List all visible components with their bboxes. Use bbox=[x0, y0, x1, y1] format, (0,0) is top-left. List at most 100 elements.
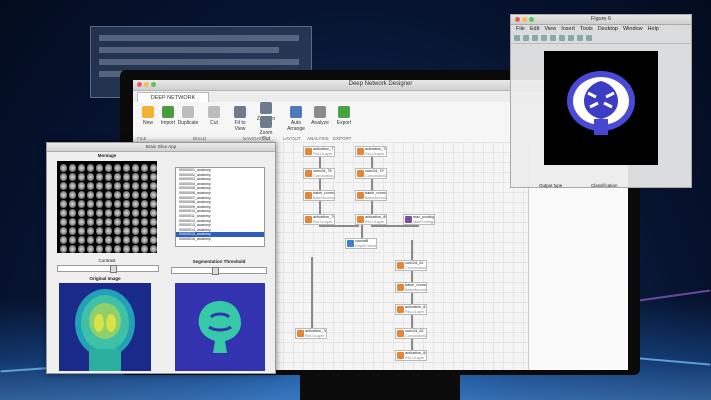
layer-type-icon bbox=[397, 352, 404, 359]
layer-node[interactable]: max_pooling2...MaxPooling2D bbox=[403, 214, 435, 225]
montage-slice bbox=[69, 164, 76, 172]
layer-node[interactable]: activation_80 ReLULayer bbox=[355, 214, 387, 225]
blue-brain-render bbox=[567, 71, 635, 135]
layer-type-icon bbox=[347, 240, 354, 247]
layer-node[interactable]: conv2d_81Convolution2D bbox=[395, 260, 427, 271]
montage-slice bbox=[123, 245, 130, 253]
ribbon-button-duplicate[interactable]: Duplicate bbox=[177, 106, 199, 126]
print-icon[interactable] bbox=[541, 35, 547, 41]
figure-toolbar bbox=[511, 34, 691, 44]
montage-slice bbox=[87, 191, 94, 199]
layer-connection bbox=[319, 157, 321, 168]
layer-node[interactable]: activation_77 ReLULayer bbox=[303, 146, 335, 157]
layer-type: ReLULayer bbox=[405, 310, 425, 314]
figure-title: Figure 6 bbox=[590, 16, 612, 22]
montage-slice bbox=[96, 209, 103, 217]
menu-insert[interactable]: Insert bbox=[561, 26, 575, 32]
layer-type: ReLULayer bbox=[365, 220, 385, 224]
ribbon-button-label: Cut bbox=[210, 120, 218, 126]
save-icon[interactable] bbox=[532, 35, 538, 41]
duplicate-icon bbox=[182, 106, 194, 118]
segmented-brain bbox=[198, 301, 241, 353]
layer-node[interactable]: batch_normali...BatchNormaliz... bbox=[303, 190, 335, 201]
ribbon-section-label: EXPORT bbox=[333, 136, 352, 141]
data-cursor-icon[interactable] bbox=[586, 35, 592, 41]
ribbon-button-auto-arrange[interactable]: Auto Arrange bbox=[285, 106, 307, 132]
montage-slice bbox=[60, 209, 67, 217]
montage-slice bbox=[78, 191, 85, 199]
montage-slice bbox=[69, 191, 76, 199]
open-icon[interactable] bbox=[523, 35, 529, 41]
montage-slice bbox=[123, 209, 130, 217]
montage-slice bbox=[87, 173, 94, 181]
pan-icon[interactable] bbox=[568, 35, 574, 41]
montage-slice bbox=[150, 173, 157, 181]
montage-slice bbox=[105, 164, 112, 172]
montage-slice bbox=[87, 182, 94, 190]
layer-node[interactable]: concat8 DepthConcat bbox=[345, 238, 377, 249]
menu-edit[interactable]: Edit bbox=[530, 26, 539, 32]
ribbon-button-import[interactable]: Import bbox=[157, 106, 179, 126]
threshold-slider[interactable] bbox=[171, 267, 267, 275]
montage-slice bbox=[78, 227, 85, 235]
zoom-out-icon[interactable] bbox=[559, 35, 565, 41]
montage-slice bbox=[69, 200, 76, 208]
montage-slice bbox=[78, 245, 85, 253]
montage-slice bbox=[123, 182, 130, 190]
new-figure-icon[interactable] bbox=[514, 35, 520, 41]
zoom-in-icon[interactable] bbox=[550, 35, 556, 41]
network-canvas[interactable]: activation_77 ReLULayer activation_78 ReLUL… bbox=[273, 142, 528, 370]
file-list-item[interactable]: 00000016_anatomy bbox=[176, 237, 264, 242]
ribbon-button-new[interactable]: New bbox=[137, 106, 159, 126]
menu-help[interactable]: Help bbox=[648, 26, 659, 32]
ribbon-button-cut[interactable]: Cut bbox=[203, 106, 225, 126]
segmentation-threshold-label: Segmentation Threshold bbox=[192, 259, 246, 264]
menu-window[interactable]: Window bbox=[623, 26, 643, 32]
layer-node[interactable]: activation_84 ReLULayer bbox=[395, 350, 427, 361]
ribbon-button-fit-to-view[interactable]: Fit to View bbox=[229, 106, 251, 132]
layer-type: Convolution2D bbox=[405, 266, 426, 270]
layer-type-icon bbox=[297, 330, 304, 337]
brain-app-title: Brain Slice App bbox=[145, 144, 177, 149]
montage-slice bbox=[123, 173, 130, 181]
rotate-icon[interactable] bbox=[577, 35, 583, 41]
montage-image bbox=[57, 161, 157, 253]
menu-desktop[interactable]: Desktop bbox=[598, 26, 618, 32]
layer-type: Convolution2D bbox=[405, 334, 426, 338]
montage-slice bbox=[132, 209, 139, 217]
layer-node[interactable]: activation_79 ReLULayer bbox=[303, 214, 335, 225]
contrast-slider[interactable] bbox=[57, 265, 159, 273]
montage-slice bbox=[87, 164, 94, 172]
layer-node[interactable]: activation_78 ReLULayer bbox=[295, 328, 327, 339]
layer-node[interactable]: conv2d_79Convolution2D bbox=[355, 168, 387, 179]
layer-node[interactable]: batch_normali...BatchNormaliz... bbox=[395, 282, 427, 293]
menu-tools[interactable]: Tools bbox=[580, 26, 593, 32]
menu-view[interactable]: View bbox=[544, 26, 556, 32]
layer-node[interactable]: conv2d_78Convolution2D bbox=[303, 168, 335, 179]
new-icon bbox=[142, 106, 154, 118]
layer-node[interactable]: batch_normali...BatchNormaliz... bbox=[355, 190, 387, 201]
contrast-slider-knob[interactable] bbox=[110, 265, 117, 273]
ribbon-button-export[interactable]: Export bbox=[333, 106, 355, 126]
layer-node[interactable]: activation_78 ReLULayer bbox=[355, 146, 387, 157]
threshold-slider-knob[interactable] bbox=[212, 267, 219, 275]
layer-node[interactable]: conv2d_82Convolution2D bbox=[395, 328, 427, 339]
montage-slice bbox=[114, 200, 121, 208]
montage-slice bbox=[96, 227, 103, 235]
layer-type: Convolution2D bbox=[313, 174, 334, 178]
file-listbox[interactable]: 00000001_anatomy 00000002_anatomy 00000003… bbox=[175, 167, 265, 247]
layer-type-icon bbox=[397, 306, 404, 313]
montage-slice bbox=[78, 182, 85, 190]
montage-slice bbox=[87, 200, 94, 208]
figure-menubar: File Edit View Insert Tools Desktop Window Help bbox=[511, 25, 691, 34]
layer-node[interactable]: activation_81 ReLULayer bbox=[395, 304, 427, 315]
montage-slice bbox=[105, 218, 112, 226]
montage-slice bbox=[141, 227, 148, 235]
menu-file[interactable]: File bbox=[516, 26, 525, 32]
montage-slice bbox=[96, 164, 103, 172]
ribbon-button-analyze[interactable]: Analyze bbox=[309, 106, 331, 126]
montage-slice bbox=[141, 191, 148, 199]
output-type-value: Classification bbox=[591, 183, 618, 188]
layer-type-icon bbox=[305, 192, 312, 199]
montage-slice bbox=[150, 245, 157, 253]
